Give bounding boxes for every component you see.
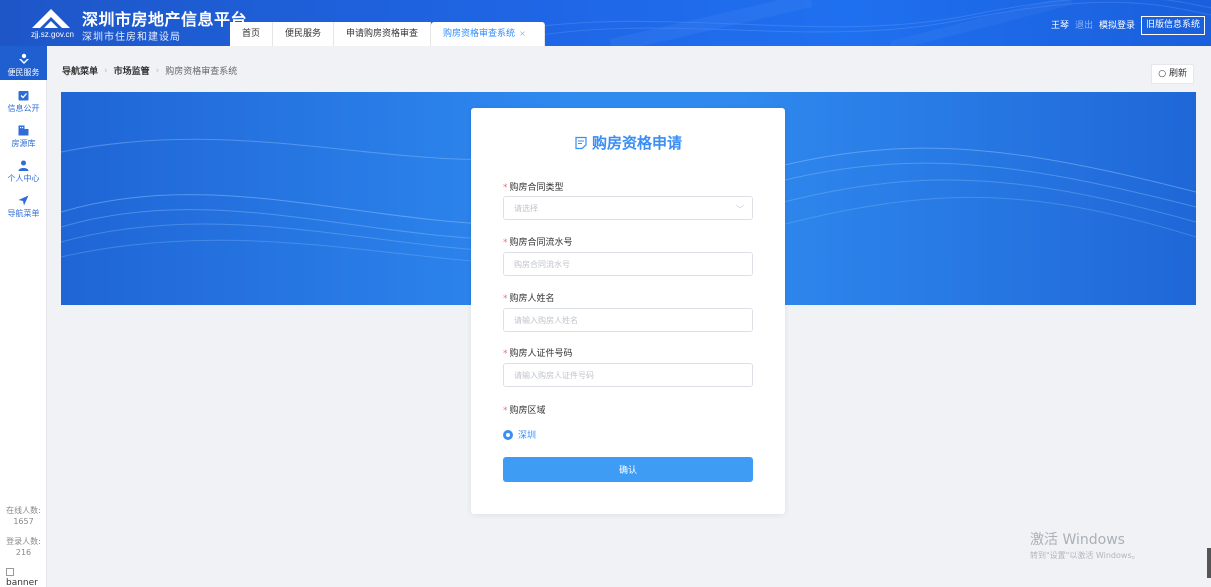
sidebar-item-label: 房源库: [11, 139, 36, 148]
sidebar-item-service[interactable]: 便民服务: [0, 46, 47, 80]
sidebar-item-user[interactable]: 个人中心: [0, 160, 47, 184]
old-system-button[interactable]: 旧版信息系统: [1140, 16, 1205, 35]
breadcrumb-item[interactable]: 市场监管: [114, 64, 150, 77]
form-title-text: 购房资格申请: [591, 134, 682, 152]
radio-selected-icon: [503, 429, 513, 440]
buyer-id-input[interactable]: [503, 363, 753, 387]
broken-image-icon: [6, 568, 14, 576]
application-card: 购房资格申请 *购房合同类型 ﹀ *购房合同流水号 *购房人姓名 *购房人证件号…: [471, 108, 785, 514]
breadcrumb: 导航菜单 › 市场监管 › 购房资格审查系统: [62, 64, 238, 78]
tab-convenience-service[interactable]: 便民服务: [273, 22, 335, 46]
confirm-button[interactable]: 确认: [503, 457, 753, 482]
top-header: zjj.sz.gov.cn 深圳市房地产信息平台 深圳市住房和建设局 首页 便民…: [0, 0, 1211, 46]
sidebar-item-house[interactable]: 房源库: [0, 125, 47, 149]
tab-home[interactable]: 首页: [230, 22, 274, 46]
house-icon: [18, 125, 29, 136]
breadcrumb-item[interactable]: 导航菜单: [62, 64, 98, 77]
navigation-icon: [18, 195, 29, 206]
sidebar-item-label: 导航菜单: [7, 209, 40, 218]
sidebar-item-label: 便民服务: [7, 68, 40, 77]
online-label: 在线人数:: [6, 506, 41, 515]
buyer-name-input[interactable]: [503, 308, 753, 332]
refresh-button[interactable]: ○ 刷新: [1151, 64, 1194, 84]
sidebar-item-label: 个人中心: [7, 174, 40, 183]
contract-type-label-text: 购房合同类型: [509, 183, 564, 193]
tab-apply-qualification[interactable]: 申请购房资格审查: [334, 22, 432, 46]
site-subtitle: 深圳市住房和建设局: [82, 32, 181, 43]
contract-no-label: * 购房合同流水号: [503, 235, 573, 248]
login-count-stat: 登录人数: 216: [0, 536, 47, 558]
refresh-icon: ○: [1158, 69, 1167, 79]
site-domain: zjj.sz.gov.cn: [31, 30, 74, 39]
user-area: 王琴 退出 模拟登录: [1051, 18, 1135, 31]
site-title: 深圳市房地产信息平台: [82, 10, 248, 29]
contract-type-label: * 购房合同类型: [503, 180, 564, 193]
contract-type-select[interactable]: [503, 196, 753, 220]
activation-watermark-hint: 转到"设置"以激活 Windows。: [1030, 551, 1140, 560]
sidebar-item-info[interactable]: 信息公开: [0, 90, 47, 114]
buyer-name-label-text: 购房人姓名: [509, 294, 555, 304]
buyer-id-label-text: 购房人证件号码: [509, 349, 573, 359]
login-count: 216: [15, 548, 32, 557]
username: 王琴: [1050, 21, 1069, 31]
mock-login-link[interactable]: 模拟登录: [1099, 18, 1135, 31]
contract-no-input[interactable]: [503, 252, 753, 276]
broken-banner-image: banner: [6, 568, 38, 587]
required-marker: *: [503, 294, 508, 304]
required-marker: *: [503, 406, 508, 416]
buyer-name-label: * 购房人姓名: [503, 291, 555, 304]
required-marker: *: [503, 349, 508, 359]
tab-qualification-system[interactable]: 购房资格审查系统 ×: [431, 22, 545, 46]
user-icon: [18, 160, 29, 171]
login-label: 登录人数:: [6, 537, 41, 546]
chevron-down-icon: ﹀: [736, 205, 744, 214]
refresh-label: 刷新: [1168, 69, 1187, 79]
activation-watermark-title: 激活 Windows: [1030, 532, 1125, 548]
buyer-id-label: * 购房人证件号码: [503, 346, 573, 359]
required-marker: *: [503, 238, 508, 248]
form-title: 购房资格申请: [471, 132, 785, 153]
logout-link[interactable]: 退出: [1075, 18, 1093, 31]
required-marker: *: [503, 183, 508, 193]
scrollbar-handle[interactable]: [1207, 548, 1211, 578]
sidebar-item-navigation[interactable]: 导航菜单: [0, 195, 47, 219]
region-label-text: 购房区域: [509, 406, 546, 416]
region-option-label: 深圳: [518, 431, 537, 441]
online-count-stat: 在线人数: 1657: [0, 505, 47, 527]
banner-alt-text: banner: [6, 578, 38, 587]
info-icon: [18, 91, 29, 101]
breadcrumb-separator-icon: ›: [155, 65, 160, 76]
tab-bar: 首页 便民服务 申请购房资格审查 购房资格审查系统 ×: [230, 22, 545, 46]
sidebar-item-label: 信息公开: [7, 104, 40, 113]
close-icon[interactable]: ×: [519, 29, 526, 38]
left-sidebar: 便民服务 信息公开 房源库 个人中心 导航菜单 在线人数: 1657 登录人数:…: [0, 46, 47, 587]
online-count: 1657: [13, 517, 34, 526]
site-logo-icon: [32, 9, 70, 28]
tab-qualification-system-label: 购房资格审查系统: [443, 29, 516, 39]
region-radio-shenzhen[interactable]: 深圳: [503, 428, 536, 441]
breadcrumb-current: 购房资格审查系统: [165, 67, 238, 77]
form-edit-icon: [575, 136, 587, 150]
breadcrumb-separator-icon: ›: [104, 65, 108, 76]
contract-no-label-text: 购房合同流水号: [509, 238, 573, 248]
region-label: * 购房区域: [503, 403, 546, 416]
service-icon: [18, 53, 29, 64]
